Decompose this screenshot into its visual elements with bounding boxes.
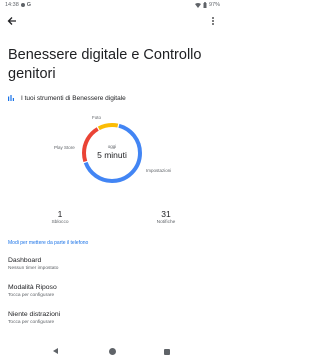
notifications-label: Notifiche	[156, 220, 176, 225]
unlocks-label: Sblocco	[51, 220, 69, 225]
status-time: 14:38	[5, 2, 19, 8]
tools-row[interactable]: I tuoi strumenti di Benessere digitale	[8, 93, 126, 103]
donut-center-label: oggi	[108, 144, 117, 149]
setting-title: Dashboard	[8, 257, 42, 264]
battery-percent: 97%	[208, 2, 220, 8]
status-bar: 14:38 G 97%	[0, 0, 225, 11]
more-options-icon[interactable]	[207, 15, 219, 27]
setting-subtitle: Nessun timer impostato	[8, 265, 59, 271]
stat-unlocks: 1 Sblocco	[45, 209, 75, 225]
nav-back-icon[interactable]	[53, 348, 58, 354]
setting-subtitle: Tocca per configurare	[8, 292, 55, 298]
donut-svg: oggi 5 minuti	[82, 123, 142, 183]
setting-title: Niente distrazioni	[8, 311, 61, 318]
nav-home-icon[interactable]	[109, 348, 116, 355]
usage-donut-chart[interactable]: oggi 5 minuti Foto Play Store Impostazio…	[0, 108, 225, 198]
battery-icon	[203, 2, 207, 8]
unlocks-value: 1	[57, 209, 63, 219]
label-foto: Foto	[92, 115, 102, 120]
label-impostazioni: Impostazioni	[146, 168, 172, 173]
setting-modalita-riposo[interactable]: Modalità Riposo Tocca per configurare	[8, 284, 218, 298]
google-icon: G	[26, 2, 32, 8]
app-bar	[0, 11, 225, 31]
nav-recents-icon[interactable]	[164, 348, 170, 355]
system-nav-bar	[0, 343, 225, 360]
bar-chart-icon	[8, 95, 14, 101]
settings-gear-icon	[20, 3, 25, 7]
donut-center-value: 5 minuti	[97, 150, 127, 160]
setting-dashboard[interactable]: Dashboard Nessun timer impostato	[8, 257, 218, 271]
setting-niente-distrazioni[interactable]: Niente distrazioni Tocca per configurare	[8, 311, 218, 325]
setting-subtitle: Tocca per configurare	[8, 319, 55, 325]
tools-label: I tuoi strumenti di Benessere digitale	[21, 94, 126, 102]
label-play-store: Play Store	[54, 145, 75, 150]
notifications-value: 31	[161, 209, 171, 219]
wifi-icon	[194, 2, 201, 8]
back-arrow-icon[interactable]	[6, 15, 18, 27]
setting-title: Modalità Riposo	[8, 284, 57, 291]
section-header: Modi per mettere da parte il telefono	[8, 240, 89, 246]
stat-notifications: 31 Notifiche	[146, 209, 186, 225]
page-title: Benessere digitale e Controllo genitori	[8, 47, 202, 82]
